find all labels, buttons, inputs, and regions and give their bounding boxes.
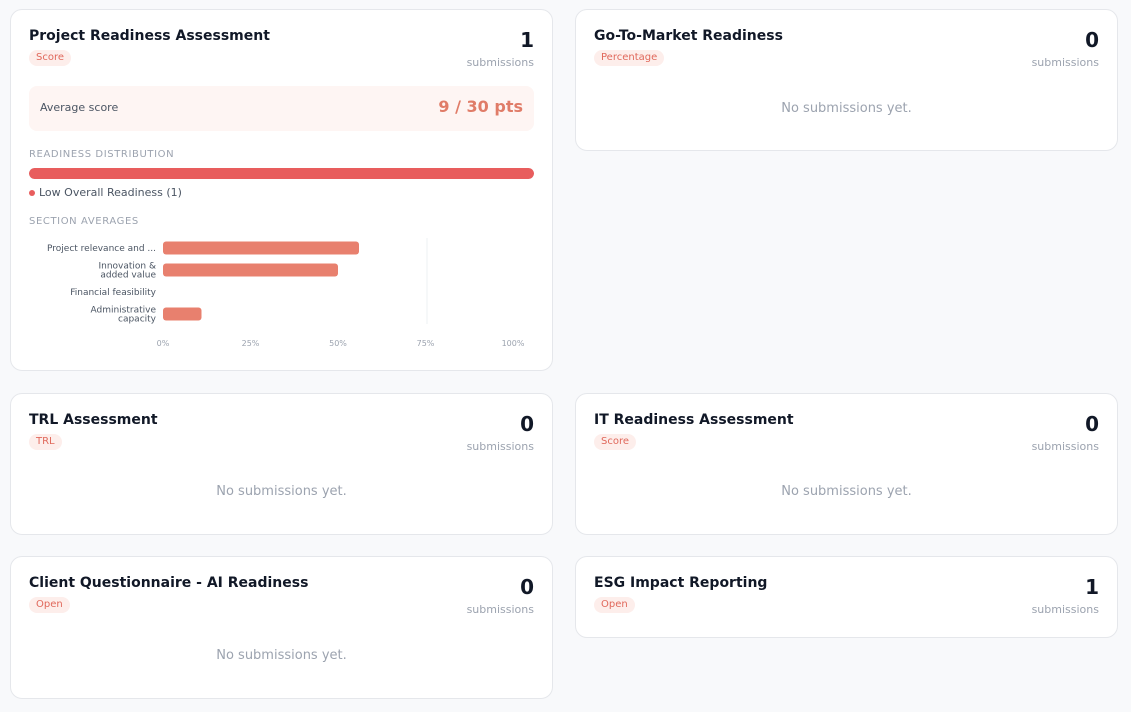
section-average-bar xyxy=(163,307,202,321)
type-badge: Open xyxy=(29,597,70,613)
go-to-market-card[interactable]: Go-To-Market Readiness Percentage 0 subm… xyxy=(575,9,1118,151)
type-badge: Open xyxy=(594,597,635,613)
card-title: Client Questionnaire - AI Readiness xyxy=(29,575,309,591)
category-label: Project relevance and ... xyxy=(47,244,156,254)
distribution-legend: Low Overall Readiness (1) xyxy=(29,186,182,199)
submission-count-label: submissions xyxy=(1031,56,1099,69)
submission-count-label: submissions xyxy=(1031,603,1099,616)
project-readiness-card[interactable]: Project Readiness Assessment Score 1 sub… xyxy=(10,9,553,371)
type-badge: Score xyxy=(29,50,72,66)
axis-tick-label: 75% xyxy=(417,339,435,348)
esg-impact-card[interactable]: ESG Impact Reporting Open 1 submissions xyxy=(575,556,1118,638)
axis-tick-label: 50% xyxy=(329,339,347,348)
submission-count-label: submissions xyxy=(466,603,534,616)
category-label: Financial feasibility xyxy=(70,288,156,298)
axis-tick-label: 100% xyxy=(502,339,525,348)
axis-tick-label: 25% xyxy=(242,339,260,348)
empty-state: No submissions yet. xyxy=(216,484,347,499)
empty-state: No submissions yet. xyxy=(216,648,347,663)
submission-count: 1 xyxy=(1085,575,1099,599)
section-averages-chart: Project relevance and ... Innovation & add… xyxy=(47,238,525,348)
card-title: Project Readiness Assessment xyxy=(29,28,270,44)
empty-state: No submissions yet. xyxy=(781,484,912,499)
section-average-bar xyxy=(163,263,338,277)
readiness-distribution-heading: READINESS DISTRIBUTION xyxy=(29,149,175,160)
submission-count: 0 xyxy=(1085,412,1099,436)
card-title: IT Readiness Assessment xyxy=(594,412,794,428)
card-title: Go-To-Market Readiness xyxy=(594,28,783,44)
submission-count: 1 xyxy=(520,28,534,52)
legend-dot-icon xyxy=(29,190,35,196)
category-label: Administrative capacity xyxy=(90,306,156,325)
it-readiness-card[interactable]: IT Readiness Assessment Score 0 submissi… xyxy=(575,393,1118,535)
client-questionnaire-card[interactable]: Client Questionnaire - AI Readiness Open… xyxy=(10,556,553,699)
card-title: TRL Assessment xyxy=(29,412,158,428)
section-average-bar xyxy=(163,241,359,255)
average-score-box: Average score 9 / 30 pts xyxy=(29,86,534,131)
section-averages-heading: SECTION AVERAGES xyxy=(29,216,139,227)
type-badge: Percentage xyxy=(594,50,665,66)
submission-count: 0 xyxy=(1085,28,1099,52)
readiness-distribution-fill xyxy=(29,168,534,179)
axis-tick-label: 0% xyxy=(157,339,170,348)
type-badge: Score xyxy=(594,434,637,450)
submission-count-label: submissions xyxy=(1031,440,1099,453)
average-score-label: Average score xyxy=(40,101,119,114)
distribution-legend-label: Low Overall Readiness (1) xyxy=(39,186,182,199)
category-label: Innovation & added value xyxy=(98,262,156,281)
trl-assessment-card[interactable]: TRL Assessment TRL 0 submissions No subm… xyxy=(10,393,553,535)
card-title: ESG Impact Reporting xyxy=(594,575,768,591)
type-badge: TRL xyxy=(29,434,62,450)
submission-count-label: submissions xyxy=(466,56,534,69)
submission-count: 0 xyxy=(520,412,534,436)
empty-state: No submissions yet. xyxy=(781,101,912,116)
submission-count: 0 xyxy=(520,575,534,599)
average-score-value: 9 / 30 pts xyxy=(438,97,523,116)
readiness-distribution-bar xyxy=(29,168,534,179)
submission-count-label: submissions xyxy=(466,440,534,453)
